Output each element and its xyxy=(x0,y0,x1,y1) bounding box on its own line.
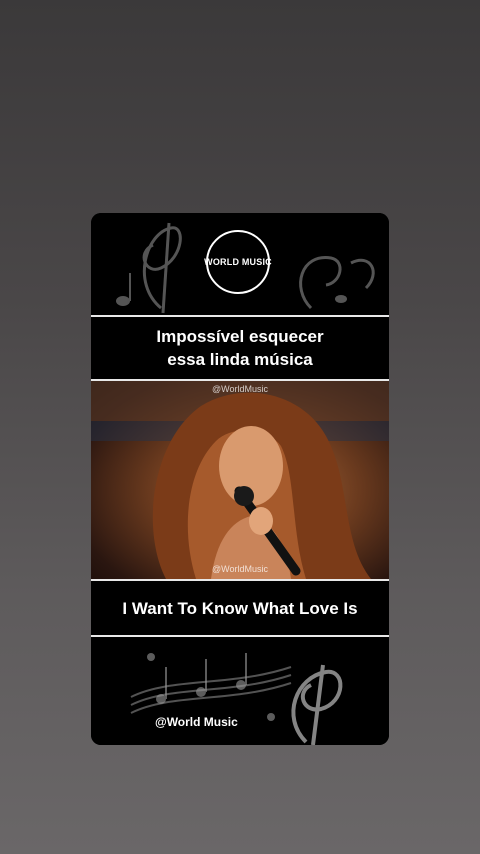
story-card: WORLD MUSIC Impossível esquecer essa lin… xyxy=(91,213,389,745)
video-watermark-top: @WorldMusic xyxy=(212,384,268,394)
caption-line-2: essa linda música xyxy=(167,350,313,369)
logo-text: WORLD MUSIC xyxy=(204,257,272,267)
song-title: I Want To Know What Love Is xyxy=(122,599,358,618)
music-notes-art-bottom xyxy=(91,637,389,745)
music-notes-art-top: WORLD MUSIC xyxy=(91,213,389,315)
song-title-band: I Want To Know What Love Is xyxy=(91,583,389,635)
video-frame[interactable]: @WorldMusic @WorldMusic xyxy=(91,381,389,579)
footer-handle: @World Music xyxy=(155,715,238,729)
video-watermark-bottom: @WorldMusic xyxy=(212,564,268,574)
world-music-logo: WORLD MUSIC xyxy=(204,230,272,294)
divider-line xyxy=(91,579,389,581)
caption-band: Impossível esquecer essa linda música xyxy=(91,317,389,379)
singer-image xyxy=(91,381,389,579)
caption-line-1: Impossível esquecer xyxy=(156,327,324,346)
